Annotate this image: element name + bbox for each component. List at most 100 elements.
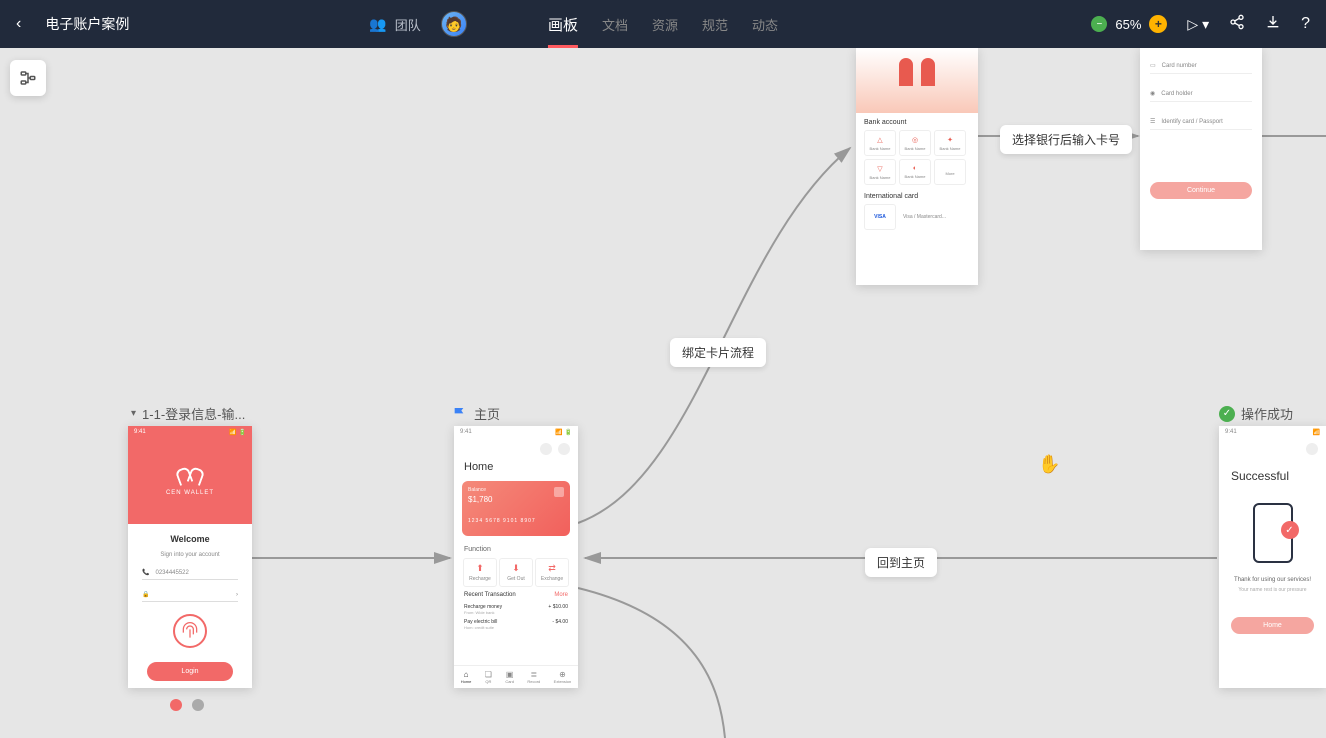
- user-avatar[interactable]: 🧑: [441, 11, 467, 37]
- tab-artboard[interactable]: 画板: [548, 0, 578, 48]
- tree-icon: [19, 69, 37, 87]
- function-icon: ⬆: [464, 563, 496, 574]
- success-msg: Thank for using our services!: [1219, 573, 1326, 587]
- password-field[interactable]: 🔒›: [142, 588, 238, 602]
- success-illustration: ✓: [1219, 493, 1326, 573]
- canvas[interactable]: 绑定卡片流程 选择银行后输入卡号 回到主页 ▾ 1-1-登录信息-输... 主页…: [0, 48, 1326, 738]
- header-right: − 65% + ▷ ▾ ?: [1091, 14, 1310, 35]
- mock-success[interactable]: 9:41📶 Successful ✓ Thank for using our s…: [1219, 426, 1326, 688]
- tab-doc[interactable]: 文档: [602, 0, 628, 48]
- card-balance: $1,780: [468, 495, 564, 504]
- download-icon[interactable]: [1265, 14, 1281, 35]
- tab-item[interactable]: ⌂Home: [461, 670, 472, 684]
- transaction-row[interactable]: Recharge moneyFrom: Wide bank+ $10.00: [454, 602, 578, 617]
- tab-item[interactable]: ⊕Extension: [554, 670, 572, 684]
- team-label: 团队: [395, 15, 421, 34]
- function-label: Recharge: [464, 576, 496, 582]
- sync-status[interactable]: − 65% +: [1091, 15, 1167, 33]
- bank-hero: [856, 48, 978, 113]
- mock-home[interactable]: 9:41📶 🔋 Home Balance $1,780 1234 5678 91…: [454, 426, 578, 688]
- qr-icon[interactable]: [554, 487, 564, 497]
- home-title: Home: [454, 459, 578, 475]
- flow-label-select-bank[interactable]: 选择银行后输入卡号: [1000, 125, 1132, 154]
- function-item[interactable]: ⇄Exchange: [535, 558, 569, 587]
- bank-tile[interactable]: ◎Bank Name: [899, 130, 931, 156]
- transaction-row[interactable]: Pay electric billHom: credit suite- $4.0…: [454, 617, 578, 632]
- login-button[interactable]: Login: [147, 662, 233, 681]
- caret-icon: ▾: [131, 408, 136, 419]
- mock-bank[interactable]: Bank account △Bank Name◎Bank Name✦Bank N…: [856, 48, 978, 285]
- function-item[interactable]: ⬇ Get Out: [499, 558, 533, 587]
- tab-activity[interactable]: 动态: [752, 0, 778, 48]
- credit-card[interactable]: Balance $1,780 1234 5678 9101 8907: [462, 481, 570, 536]
- tab-spec[interactable]: 规范: [702, 0, 728, 48]
- bank-tile[interactable]: More: [934, 159, 966, 185]
- tab-item[interactable]: ▣Card: [505, 670, 514, 684]
- nav-tabs: 画板 文档 资源 规范 动态: [548, 0, 778, 48]
- artboard-title: 1-1-登录信息-输...: [142, 404, 245, 423]
- function-label: Function: [454, 542, 578, 557]
- help-icon[interactable]: ?: [1301, 15, 1310, 33]
- tab-resource[interactable]: 资源: [652, 0, 678, 48]
- back-button[interactable]: ‹: [16, 15, 21, 33]
- form-field[interactable]: ▭Card number: [1150, 58, 1252, 74]
- bank-tile[interactable]: △Bank Name: [864, 130, 896, 156]
- flag-icon: [452, 406, 468, 422]
- avatar-dot[interactable]: [558, 443, 570, 455]
- phone-field[interactable]: 📞0234445522: [142, 566, 238, 580]
- welcome-sub: Sign into your account: [160, 552, 219, 558]
- txn-more-link[interactable]: More: [554, 592, 568, 598]
- success-sub: Your name rest is our pressure: [1219, 587, 1326, 593]
- bank-tile[interactable]: ◐Bank Name: [899, 159, 931, 185]
- check-badge-icon: ✓: [1281, 521, 1299, 539]
- zoom-level: 65%: [1115, 17, 1141, 32]
- function-item[interactable]: ⬆ Recharge: [463, 558, 497, 587]
- continue-button[interactable]: Continue: [1150, 182, 1252, 199]
- share-icon[interactable]: [1229, 14, 1245, 35]
- card-label: Balance: [468, 487, 564, 493]
- fingerprint-button[interactable]: [173, 614, 207, 648]
- form-field[interactable]: ◉Card holder: [1150, 86, 1252, 102]
- page-dot[interactable]: [192, 699, 204, 711]
- visa-tile[interactable]: VISA: [864, 204, 896, 230]
- intl-section-label: International card: [864, 193, 970, 200]
- page-dot-active[interactable]: [170, 699, 182, 711]
- sync-icon: −: [1091, 16, 1107, 32]
- header-left: ‹ 电子账户案例: [16, 14, 129, 34]
- function-label: Get Out: [500, 576, 532, 582]
- fingerprint-icon: [180, 621, 200, 641]
- card-number: 1234 5678 9101 8907: [468, 518, 564, 524]
- function-icon: ⇄: [536, 563, 568, 574]
- field-icon: ◉: [1150, 90, 1155, 97]
- app-header: ‹ 电子账户案例 👥 团队 🧑 画板 文档 资源 规范 动态 − 65% + ▷…: [0, 0, 1326, 48]
- layer-tree-button[interactable]: [10, 60, 46, 96]
- icon-dot[interactable]: [540, 443, 552, 455]
- welcome-title: Welcome: [170, 534, 209, 544]
- status-bar: 9:41📶 🔋: [454, 426, 578, 439]
- field-icon: ▭: [1150, 62, 1156, 69]
- phone-icon: ✓: [1253, 503, 1293, 563]
- artboard-title: 主页: [474, 404, 500, 423]
- tab-item[interactable]: ≣Record: [527, 670, 540, 684]
- play-button[interactable]: ▷ ▾: [1187, 16, 1209, 33]
- success-home-button[interactable]: Home: [1231, 617, 1314, 634]
- artboard-label-success[interactable]: ✓ 操作成功: [1219, 404, 1293, 423]
- bank-tile[interactable]: ▽Bank Name: [864, 159, 896, 185]
- form-field[interactable]: ☰Identify card / Passport: [1150, 114, 1252, 130]
- mock-form[interactable]: ▭Card number ◉Card holder ☰Identify card /…: [1140, 48, 1262, 250]
- brand-text: CEN WALLET: [166, 490, 214, 496]
- page-indicator: [170, 699, 204, 711]
- mock-login[interactable]: 9:41📶 🔋 CEN WALLET Welcome Sign into you…: [128, 426, 252, 688]
- zoom-add-button[interactable]: +: [1149, 15, 1167, 33]
- icon-dot: [1306, 443, 1318, 455]
- bank-tile[interactable]: ✦Bank Name: [934, 130, 966, 156]
- artboard-label-home[interactable]: 主页: [452, 404, 500, 423]
- flow-label-back-home[interactable]: 回到主页: [865, 548, 937, 577]
- team-group[interactable]: 👥 团队 🧑: [369, 11, 466, 37]
- login-hero: CEN WALLET: [128, 439, 252, 524]
- artboard-label-login[interactable]: ▾ 1-1-登录信息-输...: [131, 404, 245, 423]
- flow-label-bind-card[interactable]: 绑定卡片流程: [670, 338, 766, 367]
- function-icon: ⬇: [500, 563, 532, 574]
- tab-item[interactable]: ❏QR: [485, 670, 492, 684]
- cursor-hand-icon: ✋: [1038, 454, 1060, 475]
